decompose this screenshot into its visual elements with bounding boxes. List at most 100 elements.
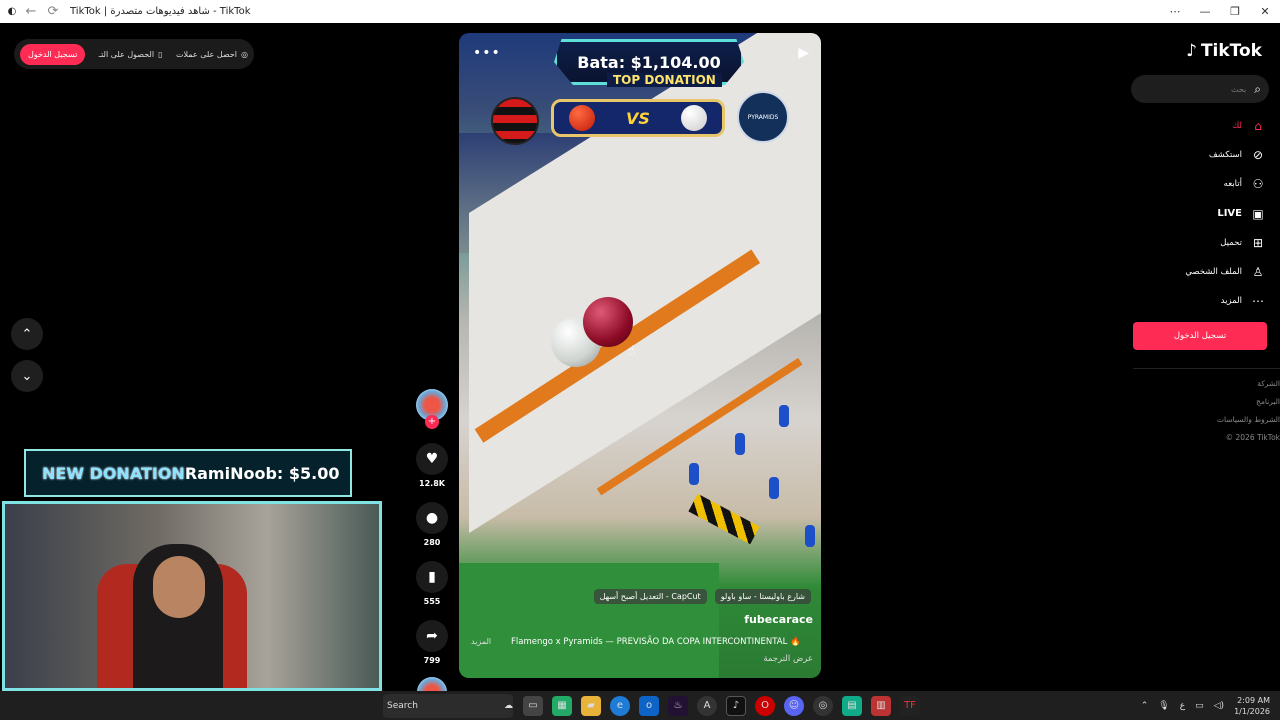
tiktok-logo[interactable]: ♪ TikTok xyxy=(1186,41,1262,61)
sidebar-item-more[interactable]: المزيد ⋯ xyxy=(1106,287,1266,316)
sidebar-item-live[interactable]: LIVE ▣ xyxy=(1106,199,1266,228)
white-team-ball xyxy=(680,105,707,131)
language-indicator[interactable]: ع xyxy=(1180,701,1185,711)
footer-link[interactable]: البرنامج xyxy=(1217,393,1280,411)
tiktok-note-icon: ♪ xyxy=(1186,41,1197,61)
comment-action[interactable]: ● 280 xyxy=(416,502,448,547)
location-chip[interactable]: شارع باوليستا - ساو باولو xyxy=(714,589,811,604)
sidebar-item-label: الملف الشخصي xyxy=(1185,267,1242,278)
video-grass xyxy=(459,563,719,678)
widgets-icon[interactable]: ▦ xyxy=(552,695,572,716)
clock-date: 1/1/2026 xyxy=(1234,706,1270,716)
comment-icon[interactable]: ● xyxy=(416,502,448,534)
sidebar-item-upload[interactable]: تحميل ⊞ xyxy=(1106,228,1266,257)
live-icon: ▣ xyxy=(1252,206,1264,221)
previous-video-button[interactable]: ⌃ xyxy=(11,318,43,350)
steam-icon[interactable]: ♨ xyxy=(668,695,688,716)
window-title: TikTok | شاهد فيديوهات متصدرة - TikTok xyxy=(70,6,251,17)
share-icon[interactable]: ➦ xyxy=(416,620,448,652)
login-button[interactable]: تسجيل الدخول xyxy=(1133,322,1267,350)
task-view-icon[interactable]: ▭ xyxy=(523,695,543,716)
outlook-icon[interactable]: o xyxy=(639,695,659,716)
like-action[interactable]: ♥ 12.8K xyxy=(416,443,448,488)
page: تسجيل الدخول الحصول على التـ ▯ احصل على … xyxy=(0,23,1280,707)
video-player[interactable]: ☝ PYRAMIDS VS Bata: $1,104.00 TOP DONATI… xyxy=(459,33,821,678)
app-red-icon[interactable]: ▥ xyxy=(871,695,891,716)
signup-button[interactable]: تسجيل الدخول xyxy=(20,43,86,65)
versus-bar: VS xyxy=(551,99,725,137)
play-icon[interactable]: ▶ xyxy=(798,45,809,61)
get-coins-link[interactable]: احصل على عملات ◎ xyxy=(176,50,248,59)
sidebar-item-following[interactable]: أتابعه ⚇ xyxy=(1106,170,1266,199)
heart-icon[interactable]: ♥ xyxy=(416,443,448,475)
footer-link[interactable]: الشروط والسياسات xyxy=(1217,411,1280,429)
system-tray: ⌃ 🎙 ع ▭ ◁) 2:09 AM 1/1/2026 xyxy=(1141,691,1270,720)
sidebar-item-explore[interactable]: استكشف ⊘ xyxy=(1106,140,1266,169)
search-input[interactable]: بحث ⌕ xyxy=(1131,75,1269,103)
network-icon[interactable]: ▭ xyxy=(1195,701,1204,711)
bookmark-icon[interactable]: ▮ xyxy=(416,561,448,593)
more-options-icon[interactable]: ••• xyxy=(473,45,501,61)
streamer-face xyxy=(153,556,205,618)
sidebar-item-profile[interactable]: الملف الشخصي ♙ xyxy=(1106,257,1266,286)
tiktok-app-icon[interactable]: ♪ xyxy=(726,695,746,716)
opera-icon[interactable]: O xyxy=(755,695,775,716)
footer-link[interactable]: الشركة xyxy=(1217,375,1280,393)
follow-plus-icon[interactable]: + xyxy=(425,415,439,429)
home-icon: ⌂ xyxy=(1254,118,1262,133)
app-green-icon[interactable]: ▤ xyxy=(842,695,862,716)
discord-icon[interactable]: ☺ xyxy=(784,695,804,716)
vs-label: VS xyxy=(626,108,650,128)
logo-text: TikTok xyxy=(1200,41,1262,61)
see-more-link[interactable]: المزيد xyxy=(471,637,491,646)
author-name[interactable]: fubecarace xyxy=(744,613,813,626)
app-ak-icon[interactable]: A xyxy=(697,695,717,716)
sidebar-item-foryou[interactable]: لك ⌂ xyxy=(1106,111,1266,140)
red-team-ball xyxy=(569,105,596,131)
capcut-chip[interactable]: CapCut - التعديل أصبح أسهل xyxy=(593,589,707,604)
volume-icon[interactable]: ◁) xyxy=(1214,701,1224,711)
get-coins-label: احصل على عملات xyxy=(175,49,237,59)
microphone-icon[interactable]: 🎙 xyxy=(1158,701,1169,711)
reload-icon[interactable]: ⟳ xyxy=(42,4,64,19)
red-ball xyxy=(583,297,633,347)
donation-value: RamiNoob: $5.00 xyxy=(184,463,340,483)
taskbar-search[interactable]: Search ☁ xyxy=(383,693,513,718)
file-explorer-icon[interactable]: ▰ xyxy=(581,695,601,716)
top-donation-tag: TOP DONATION xyxy=(607,73,722,87)
close-button[interactable]: ✕ xyxy=(1250,0,1280,23)
restore-button[interactable]: ❐ xyxy=(1220,0,1250,23)
following-icon: ⚇ xyxy=(1252,177,1264,192)
share-action[interactable]: ➦ 799 xyxy=(416,620,448,665)
comment-count: 280 xyxy=(423,538,441,547)
new-donation-banner: NEW DONATION RamiNoob: $5.00 xyxy=(24,449,352,497)
clock[interactable]: 2:09 AM 1/1/2026 xyxy=(1234,695,1270,717)
get-app-link[interactable]: الحصول على التـ ▯ xyxy=(99,50,163,59)
chevron-up-icon[interactable]: ⌃ xyxy=(1141,701,1149,711)
obs-icon[interactable]: ◎ xyxy=(813,695,833,716)
top-actions-pill: تسجيل الدخول الحصول على التـ ▯ احصل على … xyxy=(14,39,254,69)
blue-pin xyxy=(779,405,789,427)
back-icon[interactable]: ← xyxy=(20,4,42,19)
hazard-stripe xyxy=(688,493,760,545)
search-icon[interactable]: ⌕ xyxy=(1254,82,1261,97)
more-icon: ⋯ xyxy=(1252,294,1264,309)
profile-icon: ♙ xyxy=(1252,265,1264,280)
next-video-button[interactable]: ⌄ xyxy=(11,360,43,392)
chevron-up-icon: ⌃ xyxy=(21,326,33,342)
edge-icon[interactable]: e xyxy=(610,695,630,716)
sidebar-menu: لك ⌂ استكشف ⊘ أتابعه ⚇ LIVE ▣ تحميل ⊞ ال… xyxy=(1106,111,1266,316)
crest-label: PYRAMIDS xyxy=(747,113,779,121)
like-count: 12.8K xyxy=(419,479,445,488)
author-avatar[interactable]: + xyxy=(416,389,448,429)
share-count: 799 xyxy=(423,656,441,665)
translate-link[interactable]: عرض الترجمة xyxy=(763,654,813,664)
tf-icon[interactable]: TF xyxy=(900,695,920,716)
copyright: © 2026 TikTok xyxy=(1225,433,1280,442)
sidebar-item-label: لك xyxy=(1232,120,1242,131)
minimize-button[interactable]: — xyxy=(1190,0,1220,23)
save-action[interactable]: ▮ 555 xyxy=(416,561,448,606)
compass-icon: ⊘ xyxy=(1252,147,1264,162)
search-highlight-icon: ☁ xyxy=(504,700,513,711)
menu-icon[interactable]: ⋯ xyxy=(1160,0,1190,23)
